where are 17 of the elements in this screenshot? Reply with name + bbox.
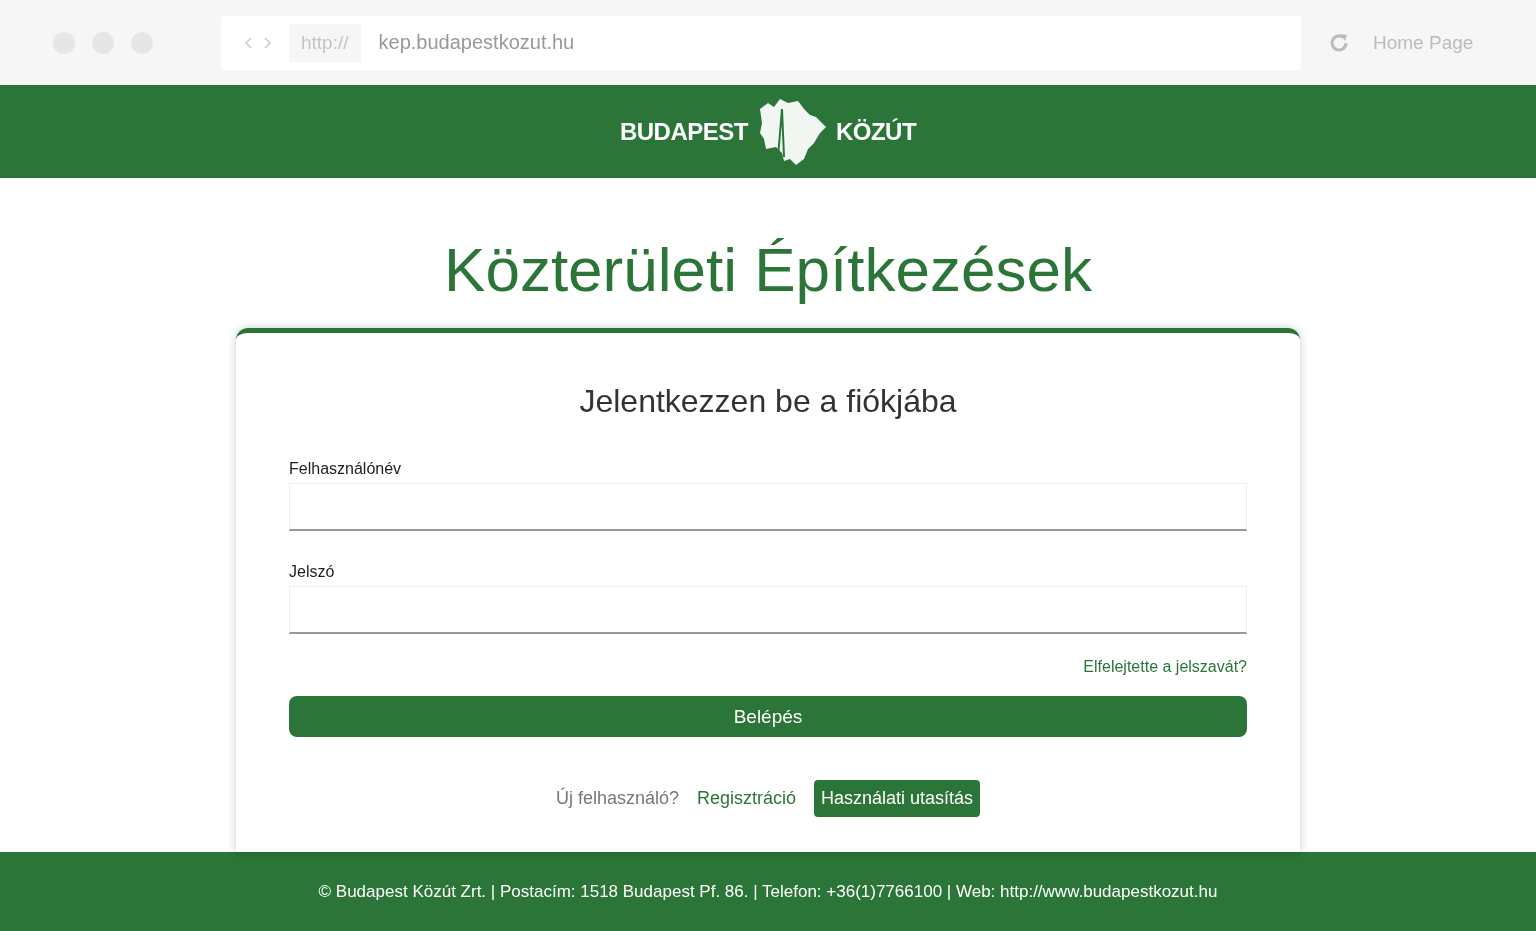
forgot-password-link[interactable]: Elfelejtette a jelszavát? (1083, 658, 1247, 676)
manual-button[interactable]: Használati utasítás (814, 780, 981, 817)
login-button[interactable]: Belépés (289, 696, 1247, 737)
input-field[interactable] (289, 483, 1247, 531)
login-heading: Jelentkezzen be a fiókjába (578, 383, 958, 420)
page-title: Közterületi Építkezések (444, 234, 1092, 306)
url-text: kep.budapestkozut.hu (378, 31, 575, 54)
field-label: Jelszó (289, 563, 336, 581)
new-user-text: Új felhasználó? (555, 788, 679, 809)
register-link[interactable]: Regisztráció (696, 788, 796, 809)
input-field[interactable] (289, 586, 1247, 634)
logo-text: KÖZÚT (835, 117, 917, 146)
footer-text: © Budapest Közút Zrt. | Postacím: 1518 Budapest Pf. 86. | Telefon: +36(1)7766100 | Web: http://www.budapestkozut.hu (318, 881, 1218, 902)
back-icon[interactable] (243, 35, 254, 50)
logo-text: BUDAPEST (619, 117, 748, 146)
forward-icon[interactable] (262, 35, 273, 50)
field-label: Felhasználónév (289, 460, 403, 478)
